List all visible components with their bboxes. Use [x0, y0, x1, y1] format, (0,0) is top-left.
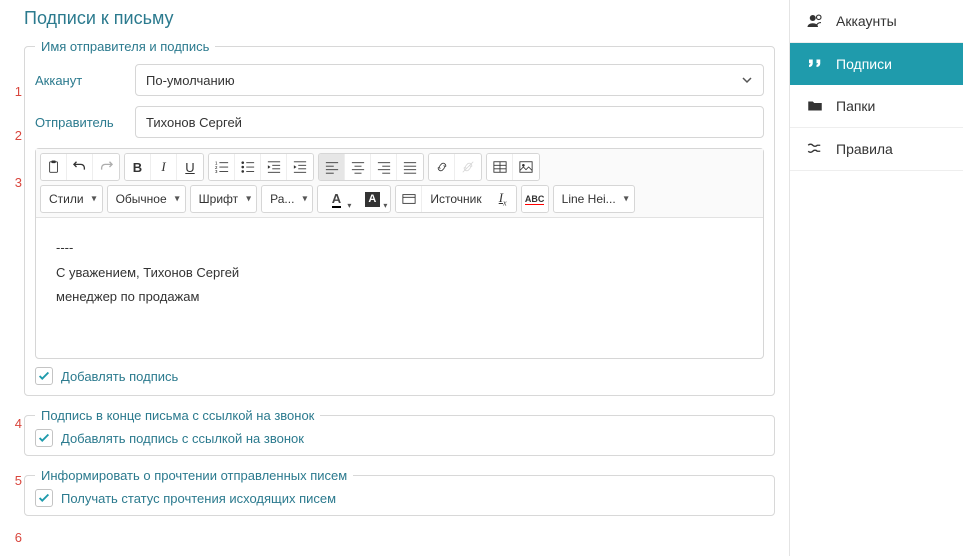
sidebar-item-label: Аккаунты: [836, 13, 897, 29]
check-icon: [37, 431, 51, 445]
sidebar-item-label: Подписи: [836, 56, 892, 72]
call-link-checkbox[interactable]: [35, 429, 53, 447]
svg-text:3: 3: [215, 169, 218, 174]
account-label: Акканут: [35, 73, 135, 88]
signature-editor: B I U 123: [35, 148, 764, 359]
marker-4: 4: [6, 416, 22, 431]
sidebar-item-rules[interactable]: Правила: [790, 128, 963, 171]
chevron-down-icon: ▾: [383, 201, 387, 210]
chevron-down-icon: ▾: [624, 194, 629, 205]
sidebar-item-folders[interactable]: Папки: [790, 85, 963, 128]
table-icon[interactable]: [487, 154, 513, 180]
sidebar-item-accounts[interactable]: Аккаунты: [790, 0, 963, 43]
bold-icon[interactable]: B: [125, 154, 151, 180]
sidebar-item-label: Правила: [836, 141, 893, 157]
sig-line-1: ----: [56, 236, 743, 261]
lineheight-dropdown[interactable]: Line Hei... ▾: [554, 186, 634, 212]
folder-icon: [806, 97, 824, 115]
unlink-icon[interactable]: [455, 154, 481, 180]
chevron-down-icon: ▾: [302, 194, 307, 205]
marker-2: 2: [6, 128, 22, 143]
chevron-down-icon: ▾: [175, 194, 180, 205]
italic-icon[interactable]: I: [151, 154, 177, 180]
group-sender-legend: Имя отправителя и подпись: [35, 39, 215, 54]
align-center-icon[interactable]: [345, 154, 371, 180]
sidebar-item-label: Папки: [836, 98, 875, 114]
styles-dropdown-label: Стили: [49, 192, 84, 206]
size-dropdown-label: Ра...: [270, 192, 294, 206]
lineheight-dropdown-label: Line Hei...: [562, 192, 616, 206]
group-sender-signature: Имя отправителя и подпись Акканут По-умо…: [24, 39, 775, 396]
read-receipt-checkbox[interactable]: [35, 489, 53, 507]
source-toggle-icon[interactable]: [396, 186, 422, 212]
editor-toolbar: B I U 123: [36, 149, 763, 218]
check-icon: [37, 369, 51, 383]
outdent-icon[interactable]: [261, 154, 287, 180]
format-dropdown-label: Обычное: [116, 192, 167, 206]
list-bullet-icon[interactable]: [235, 154, 261, 180]
paste-icon[interactable]: [41, 154, 67, 180]
call-link-label: Добавлять подпись с ссылкой на звонок: [61, 431, 304, 446]
align-left-icon[interactable]: [319, 154, 345, 180]
group-read-receipt-legend: Информировать о прочтении отправленных п…: [35, 468, 353, 483]
quotes-icon: [806, 55, 824, 73]
sender-input[interactable]: [135, 106, 764, 138]
chevron-down-icon: ▾: [92, 194, 97, 205]
page-title: Подписи к письму: [14, 0, 775, 39]
align-right-icon[interactable]: [371, 154, 397, 180]
marker-5: 5: [6, 473, 22, 488]
marker-3: 3: [6, 175, 22, 190]
marker-1: 1: [6, 84, 22, 99]
link-icon[interactable]: [429, 154, 455, 180]
chevron-down-icon: ▾: [246, 194, 251, 205]
source-button[interactable]: Источник: [422, 186, 489, 212]
source-button-label: Источник: [430, 192, 481, 206]
undo-icon[interactable]: [67, 154, 93, 180]
styles-dropdown[interactable]: Стили ▾: [41, 186, 102, 212]
size-dropdown[interactable]: Ра... ▾: [262, 186, 312, 212]
font-dropdown[interactable]: Шрифт ▾: [191, 186, 256, 212]
sig-line-3: менеджер по продажам: [56, 285, 743, 310]
remove-format-icon[interactable]: Ix: [490, 186, 516, 212]
group-call-link-legend: Подпись в конце письма с ссылкой на звон…: [35, 408, 320, 423]
read-receipt-label: Получать статус прочтения исходящих писе…: [61, 491, 336, 506]
text-color-button[interactable]: A▾: [318, 186, 354, 212]
align-justify-icon[interactable]: [397, 154, 423, 180]
check-icon: [37, 491, 51, 505]
account-select[interactable]: По-умолчанию: [135, 64, 764, 96]
add-signature-label: Добавлять подпись: [61, 369, 178, 384]
bg-color-button[interactable]: A▾: [354, 186, 390, 212]
font-dropdown-label: Шрифт: [199, 192, 238, 206]
signature-body[interactable]: ---- С уважением, Тихонов Сергей менедже…: [36, 218, 763, 358]
format-dropdown[interactable]: Обычное ▾: [108, 186, 185, 212]
rules-icon: [806, 140, 824, 158]
chevron-down-icon: ▾: [347, 201, 351, 210]
underline-icon[interactable]: U: [177, 154, 203, 180]
sidebar: Аккаунты Подписи Папки Правила: [789, 0, 963, 556]
chevron-down-icon: [741, 74, 753, 86]
redo-icon[interactable]: [93, 154, 119, 180]
sidebar-item-signatures[interactable]: Подписи: [790, 43, 963, 85]
add-signature-checkbox[interactable]: [35, 367, 53, 385]
spellcheck-icon[interactable]: ABC: [522, 186, 548, 212]
account-select-value: По-умолчанию: [146, 73, 235, 88]
sender-label: Отправитель: [35, 115, 135, 130]
group-read-receipt: Информировать о прочтении отправленных п…: [24, 468, 775, 516]
image-icon[interactable]: [513, 154, 539, 180]
sig-line-2: С уважением, Тихонов Сергей: [56, 261, 743, 286]
indent-icon[interactable]: [287, 154, 313, 180]
group-call-link: Подпись в конце письма с ссылкой на звон…: [24, 408, 775, 456]
list-ordered-icon[interactable]: 123: [209, 154, 235, 180]
users-icon: [806, 12, 824, 30]
marker-6: 6: [6, 530, 22, 545]
